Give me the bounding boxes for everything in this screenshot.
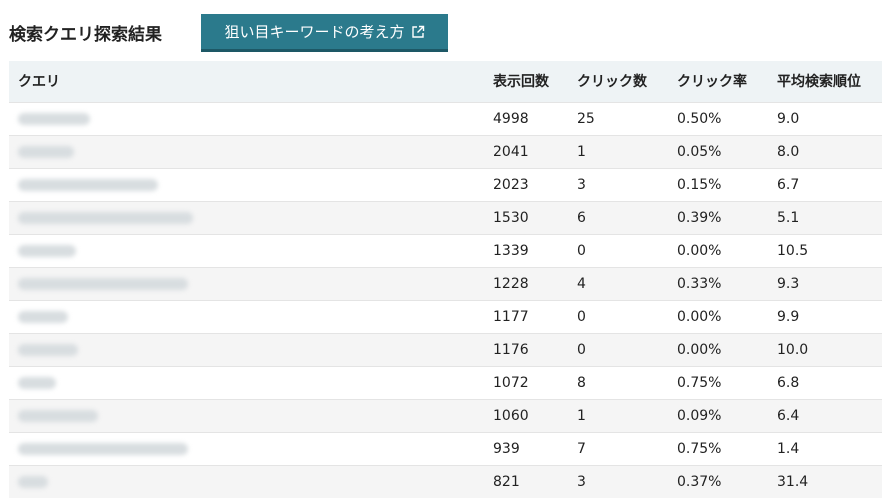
redacted-query-text bbox=[18, 409, 98, 422]
query-cell-redacted[interactable] bbox=[9, 300, 484, 333]
redacted-query-text bbox=[18, 442, 188, 455]
query-cell-redacted[interactable] bbox=[9, 234, 484, 267]
query-cell-redacted[interactable] bbox=[9, 465, 484, 498]
clicks-cell: 3 bbox=[577, 473, 586, 490]
clicks-cell: 0 bbox=[577, 308, 586, 325]
impressions-cell: 1228 bbox=[493, 275, 529, 292]
table-row[interactable]: 1339 0 0.00% 10.5 bbox=[9, 234, 882, 267]
keyword-guide-button-label: 狙い目キーワードの考え方 bbox=[224, 23, 405, 41]
ctr-cell: 0.00% bbox=[677, 242, 722, 259]
clicks-cell: 8 bbox=[577, 374, 586, 391]
redacted-query-text bbox=[18, 178, 158, 191]
clicks-cell: 1 bbox=[577, 407, 586, 424]
impressions-cell: 1339 bbox=[493, 242, 529, 259]
impressions-cell: 1530 bbox=[493, 209, 529, 226]
clicks-cell: 6 bbox=[577, 209, 586, 226]
column-header-query[interactable]: クエリ bbox=[9, 61, 484, 102]
table-row[interactable]: 1530 6 0.39% 5.1 bbox=[9, 201, 882, 234]
ctr-cell: 0.33% bbox=[677, 275, 722, 292]
query-cell-redacted[interactable] bbox=[9, 333, 484, 366]
query-cell-redacted[interactable] bbox=[9, 432, 484, 465]
query-cell-redacted[interactable] bbox=[9, 135, 484, 168]
query-cell-redacted[interactable] bbox=[9, 399, 484, 432]
clicks-cell: 4 bbox=[577, 275, 586, 292]
table-row[interactable]: 1177 0 0.00% 9.9 bbox=[9, 300, 882, 333]
avg-position-cell: 6.7 bbox=[777, 176, 800, 193]
avg-position-cell: 9.3 bbox=[777, 275, 800, 292]
table-row[interactable]: 4998 25 0.50% 9.0 bbox=[9, 102, 882, 135]
avg-position-cell: 9.9 bbox=[777, 308, 800, 325]
redacted-query-text bbox=[18, 475, 48, 488]
redacted-query-text bbox=[18, 211, 193, 224]
table-header-row: クエリ 表示回数 クリック数 クリック率 平均検索順位 bbox=[9, 61, 882, 102]
redacted-query-text bbox=[18, 277, 188, 290]
impressions-cell: 4998 bbox=[493, 110, 529, 127]
ctr-cell: 0.00% bbox=[677, 308, 722, 325]
redacted-query-text bbox=[18, 112, 90, 125]
column-header-avg-position[interactable]: 平均検索順位 bbox=[768, 61, 882, 102]
table-row[interactable]: 2041 1 0.05% 8.0 bbox=[9, 135, 882, 168]
impressions-cell: 2041 bbox=[493, 143, 529, 160]
redacted-query-text bbox=[18, 376, 56, 389]
table-row[interactable]: 1060 1 0.09% 6.4 bbox=[9, 399, 882, 432]
page-title: 検索クエリ探索結果 bbox=[9, 25, 162, 45]
impressions-cell: 939 bbox=[493, 440, 520, 457]
table-row[interactable]: 2023 3 0.15% 6.7 bbox=[9, 168, 882, 201]
impressions-cell: 1072 bbox=[493, 374, 529, 391]
ctr-cell: 0.39% bbox=[677, 209, 722, 226]
impressions-cell: 821 bbox=[493, 473, 520, 490]
query-results-table: クエリ 表示回数 クリック数 クリック率 平均検索順位 4998 25 0.50% 9… bbox=[9, 61, 882, 498]
avg-position-cell: 31.4 bbox=[777, 473, 809, 490]
impressions-cell: 1176 bbox=[493, 341, 529, 358]
query-cell-redacted[interactable] bbox=[9, 267, 484, 300]
table-row[interactable]: 1072 8 0.75% 6.8 bbox=[9, 366, 882, 399]
clicks-cell: 3 bbox=[577, 176, 586, 193]
clicks-cell: 25 bbox=[577, 110, 595, 127]
clicks-cell: 1 bbox=[577, 143, 586, 160]
query-cell-redacted[interactable] bbox=[9, 366, 484, 399]
query-cell-redacted[interactable] bbox=[9, 201, 484, 234]
page-header: 検索クエリ探索結果 狙い目キーワードの考え方 bbox=[0, 0, 886, 60]
query-cell-redacted[interactable] bbox=[9, 102, 484, 135]
external-link-icon bbox=[411, 25, 424, 38]
ctr-cell: 0.37% bbox=[677, 473, 722, 490]
ctr-cell: 0.09% bbox=[677, 407, 722, 424]
impressions-cell: 1060 bbox=[493, 407, 529, 424]
column-header-ctr[interactable]: クリック率 bbox=[668, 61, 768, 102]
table-row[interactable]: 1176 0 0.00% 10.0 bbox=[9, 333, 882, 366]
impressions-cell: 1177 bbox=[493, 308, 529, 325]
ctr-cell: 0.05% bbox=[677, 143, 722, 160]
avg-position-cell: 8.0 bbox=[777, 143, 800, 160]
redacted-query-text bbox=[18, 145, 74, 158]
ctr-cell: 0.15% bbox=[677, 176, 722, 193]
avg-position-cell: 10.5 bbox=[777, 242, 809, 259]
redacted-query-text bbox=[18, 343, 78, 356]
ctr-cell: 0.50% bbox=[677, 110, 722, 127]
avg-position-cell: 6.4 bbox=[777, 407, 800, 424]
redacted-query-text bbox=[18, 244, 76, 257]
impressions-cell: 2023 bbox=[493, 176, 529, 193]
clicks-cell: 0 bbox=[577, 242, 586, 259]
clicks-cell: 0 bbox=[577, 341, 586, 358]
avg-position-cell: 5.1 bbox=[777, 209, 800, 226]
ctr-cell: 0.75% bbox=[677, 374, 722, 391]
column-header-clicks[interactable]: クリック数 bbox=[568, 61, 668, 102]
table-row[interactable]: 1228 4 0.33% 9.3 bbox=[9, 267, 882, 300]
avg-position-cell: 1.4 bbox=[777, 440, 800, 457]
ctr-cell: 0.00% bbox=[677, 341, 722, 358]
redacted-query-text bbox=[18, 310, 68, 323]
keyword-guide-button[interactable]: 狙い目キーワードの考え方 bbox=[201, 14, 448, 52]
avg-position-cell: 10.0 bbox=[777, 341, 809, 358]
query-cell-redacted[interactable] bbox=[9, 168, 484, 201]
avg-position-cell: 9.0 bbox=[777, 110, 800, 127]
ctr-cell: 0.75% bbox=[677, 440, 722, 457]
avg-position-cell: 6.8 bbox=[777, 374, 800, 391]
table-row[interactable]: 939 7 0.75% 1.4 bbox=[9, 432, 882, 465]
column-header-impressions[interactable]: 表示回数 bbox=[484, 61, 568, 102]
table-row[interactable]: 821 3 0.37% 31.4 bbox=[9, 465, 882, 498]
clicks-cell: 7 bbox=[577, 440, 586, 457]
